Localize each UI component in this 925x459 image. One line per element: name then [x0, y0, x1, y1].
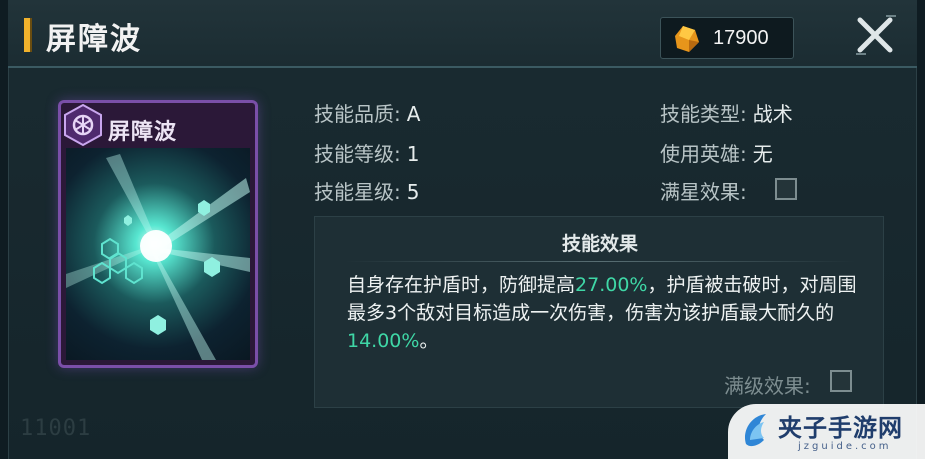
- divider: [345, 261, 855, 262]
- stat-label: 技能星级:: [314, 180, 401, 204]
- hexagon-shield-icon: [64, 103, 102, 147]
- watermark-url: jzguide.com: [798, 441, 892, 452]
- effect-title: 技能效果: [561, 233, 638, 255]
- stat-value: 1: [406, 142, 420, 166]
- skill-level-row: 技能等级: 1: [314, 138, 419, 167]
- hero-row: 使用英雄: 无: [660, 138, 773, 167]
- watermark-logo-icon: [744, 414, 766, 447]
- watermark-text: 夹子手游网: [778, 413, 903, 442]
- card-skill-name: 屏障波: [108, 119, 178, 145]
- max-level-effect-checkbox[interactable]: [830, 370, 852, 392]
- page-title: 屏障波: [46, 22, 142, 57]
- effect-value-defense: 27.00%: [575, 274, 648, 296]
- max-level-effect-label: 满级效果:: [724, 374, 811, 398]
- effect-value-damage: 14.00%: [347, 330, 420, 352]
- skill-card: 屏障波: [58, 100, 258, 368]
- stat-label: 满星效果:: [660, 180, 747, 204]
- skill-type-row: 技能类型: 战术: [660, 98, 793, 127]
- effect-text-1: 自身存在护盾时，防御提高: [347, 274, 576, 296]
- close-button[interactable]: [842, 6, 906, 66]
- close-x-icon: [856, 15, 896, 55]
- watermark: 夹子手游网 jzguide.com: [728, 404, 925, 459]
- currency-display: 17900: [660, 17, 794, 59]
- serial-number: 11001: [20, 416, 92, 441]
- effect-description: 自身存在护盾时，防御提高27.00%，护盾被击破时，对周围最多3个敌对目标造成一…: [347, 271, 867, 355]
- skill-quality-row: 技能品质: A: [314, 98, 420, 127]
- effect-text-3: 。: [419, 330, 439, 352]
- stat-value: A: [406, 102, 421, 126]
- stat-label: 使用英雄:: [660, 142, 747, 166]
- max-star-effect-checkbox[interactable]: [775, 178, 797, 200]
- title-accent: [24, 18, 32, 52]
- currency-value: 17900: [713, 27, 769, 49]
- stat-value: 无: [752, 142, 773, 166]
- max-star-effect-row: 满星效果:: [660, 176, 747, 205]
- skill-star-row: 技能星级: 5: [314, 176, 419, 205]
- stat-label: 技能品质:: [314, 102, 401, 126]
- stat-label: 技能等级:: [314, 142, 401, 166]
- orange-crystal-icon: [675, 26, 699, 52]
- barrier-wave-illustration: [66, 154, 250, 360]
- stat-value: 战术: [752, 102, 793, 126]
- stat-value: 5: [406, 180, 420, 204]
- skill-card-art: [66, 148, 250, 360]
- stat-label: 技能类型:: [660, 102, 747, 126]
